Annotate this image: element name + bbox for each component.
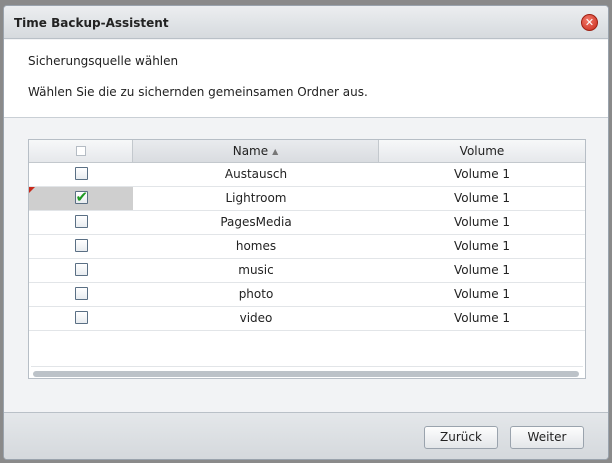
- close-icon[interactable]: ✕: [581, 14, 598, 31]
- grid-header: Name ▲ Volume: [29, 140, 585, 163]
- volume-cell: Volume 1: [453, 167, 511, 181]
- folder-name-cell: music: [238, 263, 274, 277]
- volume-cell: Volume 1: [453, 287, 511, 301]
- row-checkbox[interactable]: [74, 263, 88, 276]
- folder-name-cell: Lightroom: [225, 191, 287, 205]
- select-all-header[interactable]: [29, 140, 133, 162]
- folder-name-cell: Austausch: [224, 167, 288, 181]
- scrollbar-thumb[interactable]: [33, 371, 579, 377]
- table-row[interactable]: homes Volume 1: [29, 235, 585, 259]
- column-header-volume[interactable]: Volume: [379, 140, 585, 162]
- volume-cell: Volume 1: [453, 191, 511, 205]
- column-header-volume-label: Volume: [459, 144, 505, 158]
- title-bar[interactable]: Time Backup-Assistent ✕: [4, 6, 608, 39]
- row-select-cell[interactable]: [29, 163, 133, 186]
- table-row[interactable]: PagesMedia Volume 1: [29, 211, 585, 235]
- table-row[interactable]: Austausch Volume 1: [29, 163, 585, 187]
- row-select-cell[interactable]: [29, 259, 133, 282]
- row-select-cell[interactable]: [29, 235, 133, 258]
- row-checkbox[interactable]: [74, 311, 88, 324]
- next-button[interactable]: Weiter: [510, 426, 584, 449]
- sort-ascending-icon: ▲: [272, 147, 279, 156]
- folder-name-cell: PagesMedia: [220, 215, 292, 229]
- folder-name-cell: video: [239, 311, 273, 325]
- dialog-footer: Zurück Weiter: [4, 412, 608, 459]
- backup-wizard-dialog: Time Backup-Assistent ✕ Sicherungsquelle…: [3, 5, 609, 460]
- table-row[interactable]: video Volume 1: [29, 307, 585, 331]
- column-header-name[interactable]: Name ▲: [133, 140, 379, 162]
- row-checkbox[interactable]: [74, 215, 88, 228]
- volume-cell: Volume 1: [453, 263, 511, 277]
- select-all-checkbox[interactable]: [75, 146, 86, 156]
- step-description: Wählen Sie die zu sichernden gemeinsamen…: [28, 85, 368, 99]
- row-checkbox[interactable]: [74, 287, 88, 300]
- modified-marker-icon: [29, 187, 35, 193]
- shared-folder-grid: Name▲ Volume Austausch Volume 1 Lightroom V…: [28, 139, 586, 379]
- table-row[interactable]: music Volume 1: [29, 259, 585, 283]
- folder-name-cell: photo: [238, 287, 274, 301]
- volume-cell: Volume 1: [453, 215, 511, 229]
- step-title: Sicherungsquelle wählen: [28, 54, 179, 68]
- window-title: Time Backup-Assistent: [14, 16, 169, 30]
- column-header-name-label: Name: [232, 144, 269, 158]
- row-checkbox[interactable]: [74, 167, 88, 180]
- table-row[interactable]: photo Volume 1: [29, 283, 585, 307]
- row-select-cell[interactable]: [29, 211, 133, 234]
- volume-cell: Volume 1: [453, 311, 511, 325]
- row-select-cell[interactable]: [29, 187, 133, 210]
- step-header: Sicherungsquelle wählen Wählen Sie die z…: [4, 40, 608, 118]
- table-row[interactable]: Lightroom Volume 1: [29, 187, 585, 211]
- row-select-cell[interactable]: [29, 307, 133, 330]
- back-button[interactable]: Zurück: [424, 426, 498, 449]
- folder-name-cell: homes: [235, 239, 277, 253]
- volume-cell: Volume 1: [453, 239, 511, 253]
- row-select-cell[interactable]: [29, 283, 133, 306]
- horizontal-scrollbar[interactable]: [31, 366, 583, 377]
- row-checkbox[interactable]: [74, 187, 88, 207]
- row-checkbox[interactable]: [74, 239, 88, 252]
